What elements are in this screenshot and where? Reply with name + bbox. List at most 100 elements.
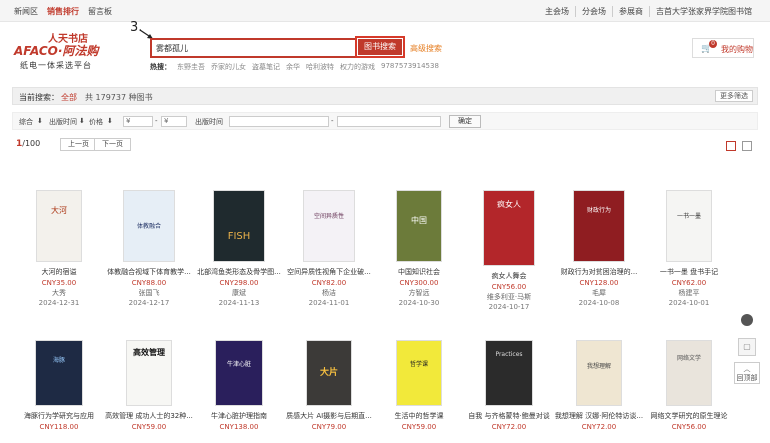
book-price: CNY88.00	[131, 279, 167, 287]
book-cover[interactable]: 一书一墨	[666, 190, 712, 262]
book-card[interactable]: 哲学课 生活中的哲学课 CNY59.00	[374, 340, 464, 431]
book-card[interactable]: 我想理解 我想理解 汉娜·阿伦特访谈... CNY72.00	[554, 340, 644, 431]
book-card[interactable]: 高效管理 高效管理 成功人士的32种... CNY59.00	[104, 340, 194, 431]
confirm-button[interactable]: 确定	[449, 115, 481, 128]
hot-keyword[interactable]: 东野圭吾	[177, 62, 205, 72]
book-card[interactable]: Practices 自我 与齐格蒙特·鲍曼对谈 CNY72.00	[464, 340, 554, 431]
book-author: 大秀	[52, 289, 66, 297]
advanced-search-link[interactable]: 高级搜索	[410, 43, 442, 54]
book-card[interactable]: 一书一墨 一书一墨 盘书手记 CNY62.00 杨建平 2024-10-01	[644, 190, 734, 307]
book-card[interactable]: 大河 大河的宿谥 CNY35.00 大秀 2024-12-31	[14, 190, 104, 307]
hot-keyword[interactable]: 余华	[286, 62, 300, 72]
book-cover[interactable]: 疯女人	[483, 190, 535, 266]
price-max-input[interactable]: ¥	[161, 116, 187, 127]
book-title[interactable]: 海豚行为学研究与应用	[14, 411, 104, 421]
book-date: 2024-10-30	[398, 299, 440, 307]
book-card[interactable]: FISH 北部湾鱼类形态及骨学图... CNY298.00 康斌 2024-11…	[194, 190, 284, 307]
book-cover[interactable]: 我想理解	[576, 340, 622, 406]
book-cover[interactable]: 体教融合	[123, 190, 175, 262]
book-author: 维多利亚·马斯	[486, 293, 532, 301]
book-title[interactable]: 网络文学研究的原生理论	[644, 411, 734, 421]
prev-page-button[interactable]: 上一页	[60, 138, 97, 151]
nav-library[interactable]: 吉首大学张家界学院图书馆	[649, 6, 758, 17]
cart-button[interactable]: 🛒 0 我的购物	[692, 38, 754, 58]
book-cover[interactable]: 高效管理	[126, 340, 172, 406]
hot-keyword[interactable]: 哈利波特	[306, 62, 334, 72]
float-ball-icon[interactable]	[741, 314, 753, 326]
logo-line3: 纸电一体采选平台	[20, 61, 92, 70]
book-title[interactable]: 财政行为对贫困治理的...	[554, 267, 644, 277]
book-card[interactable]: 大片 质感大片 AI摄影与后期直... CNY79.00	[284, 340, 374, 431]
next-page-button[interactable]: 下一页	[94, 138, 131, 151]
book-title[interactable]: 中国知识社会	[374, 267, 464, 277]
hot-keyword[interactable]: 9787573914538	[381, 62, 439, 72]
clipboard-icon[interactable]: ▢	[738, 338, 756, 356]
book-cover[interactable]: 空间异质性	[303, 190, 355, 262]
book-title[interactable]: 自我 与齐格蒙特·鲍曼对谈	[464, 411, 554, 421]
nav-message-board[interactable]: 留言板	[88, 6, 112, 17]
nav-sub-venue[interactable]: 分会场	[575, 6, 612, 17]
price-dash: -	[155, 117, 158, 125]
cart-label: 我的购物	[721, 45, 753, 54]
sort-pubtime[interactable]: 出版时间	[49, 117, 77, 127]
book-cover[interactable]: 大片	[306, 340, 352, 406]
search-button[interactable]: 图书搜索	[358, 39, 402, 55]
filter-bar: 当前搜索： 全部 共 179737 种图书 更多筛选	[12, 87, 758, 105]
back-to-top-button[interactable]: ︿ 回顶部	[734, 362, 760, 384]
more-filter-button[interactable]: 更多筛选	[715, 90, 753, 102]
book-card[interactable]: 空间异质性 空间异质性视角下企业破... CNY82.00 杨洁 2024-11…	[284, 190, 374, 307]
nav-sales-rank[interactable]: 销售排行	[47, 6, 79, 17]
book-title[interactable]: 大河的宿谥	[14, 267, 104, 277]
book-cover[interactable]: Practices	[485, 340, 533, 406]
book-card[interactable]: 财政行为 财政行为对贫困治理的... CNY128.00 毛犀 2024-10-…	[554, 190, 644, 307]
book-card[interactable]: 中国 中国知识社会 CNY300.00 方智远 2024-10-30	[374, 190, 464, 307]
price-min-input[interactable]: ¥	[123, 116, 153, 127]
book-cover[interactable]: 牛津心脏	[215, 340, 263, 406]
book-title[interactable]: 牛津心脏护理指南	[194, 411, 284, 421]
book-price: CNY298.00	[219, 279, 259, 287]
book-card[interactable]: 疯女人 疯女人舞会 CNY56.00 维多利亚·马斯 2024-10-17	[464, 190, 554, 311]
pubtime-end-input[interactable]	[337, 116, 441, 127]
sort-composite[interactable]: 综合	[19, 117, 33, 127]
book-card[interactable]: 网络文学 网络文学研究的原生理论 CNY56.00	[644, 340, 734, 431]
list-view-icon[interactable]	[742, 141, 752, 151]
book-price: CNY118.00	[39, 423, 79, 431]
book-cover[interactable]: 中国	[396, 190, 442, 262]
book-title[interactable]: 质感大片 AI摄影与后期直...	[284, 411, 374, 421]
book-price: CNY59.00	[131, 423, 167, 431]
book-title[interactable]: 空间异质性视角下企业破...	[284, 267, 374, 277]
pubtime-start-input[interactable]	[229, 116, 329, 127]
book-card[interactable]: 牛津心脏 牛津心脏护理指南 CNY138.00	[194, 340, 284, 431]
book-cover[interactable]: 海豚	[35, 340, 83, 406]
book-cover[interactable]: FISH	[213, 190, 265, 262]
book-cover[interactable]: 大河	[36, 190, 82, 262]
hot-keyword[interactable]: 盗墓笔记	[252, 62, 280, 72]
book-author: 毛犀	[592, 289, 606, 297]
book-title[interactable]: 体教融合视域下体育教学...	[104, 267, 194, 277]
top-nav: 新闻区 销售排行 留言板 主会场 分会场 参展商 吉首大学张家界学院图书馆	[0, 0, 770, 22]
result-total: 共 179737 种图书	[85, 93, 153, 102]
book-cover[interactable]: 网络文学	[666, 340, 712, 406]
book-card[interactable]: 体教融合 体教融合视域下体育教学... CNY88.00 张国飞 2024-12…	[104, 190, 194, 307]
sort-price[interactable]: 价格	[89, 117, 103, 127]
filter-all[interactable]: 全部	[61, 92, 77, 103]
book-title[interactable]: 我想理解 汉娜·阿伦特访谈...	[554, 411, 644, 421]
hot-keyword[interactable]: 权力的游戏	[340, 62, 375, 72]
book-cover[interactable]: 哲学课	[396, 340, 442, 406]
book-title[interactable]: 一书一墨 盘书手记	[644, 267, 734, 277]
book-card[interactable]: 海豚 海豚行为学研究与应用 CNY118.00	[14, 340, 104, 431]
hot-keyword[interactable]: 乔家的儿女	[211, 62, 246, 72]
book-title[interactable]: 高效管理 成功人士的32种...	[104, 411, 194, 421]
book-cover[interactable]: 财政行为	[573, 190, 625, 262]
book-price: CNY128.00	[579, 279, 619, 287]
search-input[interactable]: 雾都孤儿	[150, 38, 355, 58]
nav-news[interactable]: 新闻区	[14, 6, 38, 17]
grid-view-icon[interactable]	[726, 141, 736, 151]
book-title[interactable]: 疯女人舞会	[464, 271, 554, 281]
book-title[interactable]: 北部湾鱼类形态及骨学图...	[194, 267, 284, 277]
nav-main-venue[interactable]: 主会场	[539, 6, 575, 17]
nav-exhibitor[interactable]: 参展商	[612, 6, 649, 17]
site-logo[interactable]: 人天书店 AFACO·阿法购 纸电一体采选平台	[14, 30, 124, 74]
book-price: CNY82.00	[311, 279, 347, 287]
book-title[interactable]: 生活中的哲学课	[374, 411, 464, 421]
